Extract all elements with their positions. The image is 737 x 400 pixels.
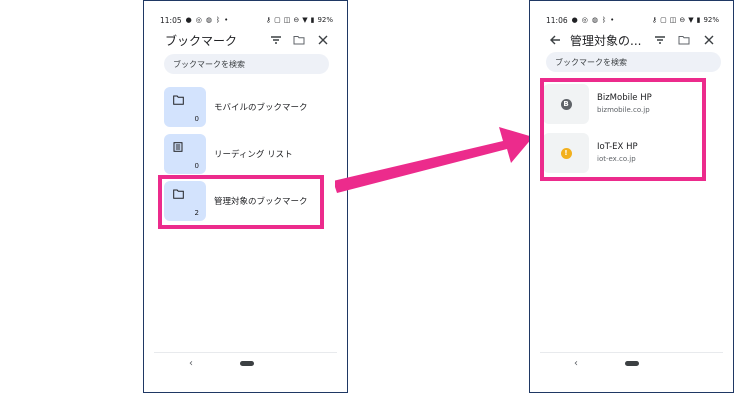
close-icon[interactable]	[702, 33, 716, 47]
status-bar: 11:06 ● ◎ ◍ ᛒ • ⚷ ▢ ◫ ⊖ ▼ ▮ 92%	[546, 14, 719, 26]
folder-label: リーディング リスト	[214, 150, 293, 160]
toolbar: 管理対象の...	[530, 29, 733, 51]
cast-icon: ▢	[660, 16, 667, 24]
key-icon: ⚷	[265, 16, 272, 24]
notification-icons: ● ◎ ◍ ᛒ •	[572, 16, 615, 24]
vibrate-icon: ◫	[669, 16, 677, 24]
nav-divider	[154, 352, 337, 353]
check-icon: ●	[571, 16, 578, 24]
key-icon: ⚷	[651, 16, 658, 24]
battery-icon: ▮	[310, 16, 315, 24]
bluetooth-icon: ᛒ	[601, 16, 607, 24]
broadcast-icon: ◍	[591, 16, 598, 24]
highlight-box	[540, 78, 706, 181]
location-icon: ◎	[195, 16, 202, 24]
vibrate-icon: ◫	[283, 16, 291, 24]
system-icons: ⚷ ▢ ◫ ⊖ ▼ ▮ 92%	[652, 16, 719, 24]
wifi-icon: ▼	[688, 16, 694, 24]
close-icon[interactable]	[316, 33, 330, 47]
folder-label: モバイルのブックマーク	[214, 103, 308, 113]
cast-icon: ▢	[274, 16, 281, 24]
status-time: 11:06	[546, 15, 568, 25]
new-folder-icon[interactable]	[677, 33, 691, 47]
phone-screen-bookmarks: 11:05 ● ◎ ◍ ᛒ • ⚷ ▢ ◫ ⊖ ▼ ▮ 92% ブックマーク ブ	[143, 0, 348, 393]
page-title: ブックマーク	[165, 33, 238, 48]
check-icon: ●	[185, 16, 192, 24]
page-title: 管理対象の...	[570, 33, 642, 48]
folder-tile: 0	[164, 87, 206, 127]
system-icons: ⚷ ▢ ◫ ⊖ ▼ ▮ 92%	[266, 16, 333, 24]
notification-icons: ● ◎ ◍ ᛒ •	[186, 16, 229, 24]
folder-count: 0	[194, 115, 199, 123]
dot-icon: •	[224, 16, 229, 24]
folder-tile: 0	[164, 134, 206, 174]
nav-divider	[540, 352, 723, 353]
status-time: 11:05	[160, 15, 182, 25]
dnd-icon: ⊖	[679, 16, 686, 24]
nav-home-button[interactable]	[625, 361, 639, 366]
nav-back-button[interactable]: ‹	[189, 358, 193, 369]
battery-icon: ▮	[696, 16, 701, 24]
phone-screen-managed-bookmarks: 11:06 ● ◎ ◍ ᛒ • ⚷ ▢ ◫ ⊖ ▼ ▮ 92% 管理対象の...	[529, 0, 734, 393]
broadcast-icon: ◍	[205, 16, 212, 24]
location-icon: ◎	[581, 16, 588, 24]
status-bar: 11:05 ● ◎ ◍ ᛒ • ⚷ ▢ ◫ ⊖ ▼ ▮ 92%	[160, 14, 333, 26]
search-input[interactable]: ブックマークを検索	[164, 54, 329, 74]
back-arrow-icon[interactable]	[548, 33, 562, 47]
folder-item-reading-list[interactable]: 0 リーディング リスト	[164, 134, 327, 174]
filter-icon[interactable]	[653, 33, 667, 47]
filter-icon[interactable]	[269, 33, 283, 47]
folder-count: 0	[194, 162, 199, 170]
arrow-icon	[335, 127, 533, 193]
dot-icon: •	[610, 16, 615, 24]
wifi-icon: ▼	[302, 16, 308, 24]
dnd-icon: ⊖	[293, 16, 300, 24]
new-folder-icon[interactable]	[292, 33, 306, 47]
battery-percent: 92%	[317, 16, 333, 24]
nav-home-button[interactable]	[240, 361, 254, 366]
search-input[interactable]: ブックマークを検索	[546, 52, 721, 72]
nav-back-button[interactable]: ‹	[574, 358, 578, 369]
battery-percent: 92%	[703, 16, 719, 24]
folder-item-mobile[interactable]: 0 モバイルのブックマーク	[164, 87, 327, 127]
reading-list-icon	[173, 142, 183, 152]
folder-icon	[173, 95, 184, 105]
highlight-box	[158, 175, 324, 229]
toolbar: ブックマーク	[144, 29, 347, 51]
bluetooth-icon: ᛒ	[215, 16, 221, 24]
